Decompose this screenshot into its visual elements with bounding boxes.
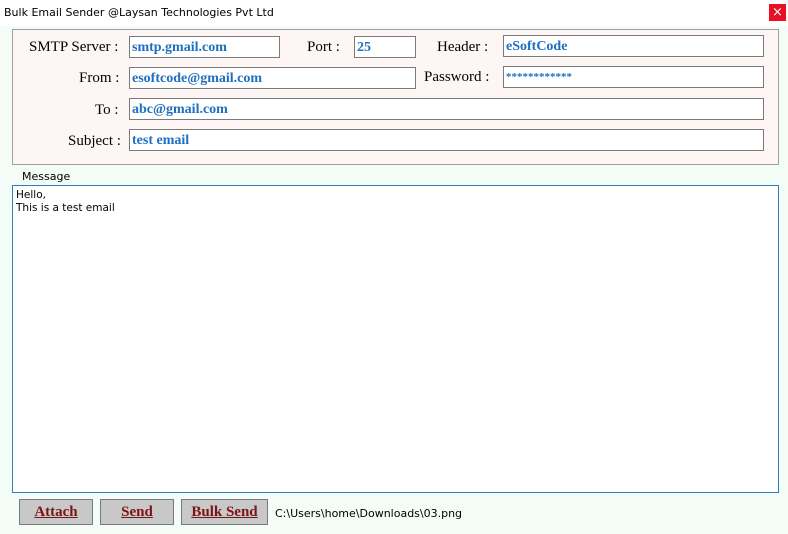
attach-button[interactable]: Attach	[19, 499, 93, 525]
port-input[interactable]: 25	[354, 36, 416, 58]
close-button[interactable]: ×	[769, 4, 786, 21]
smtp-server-label: SMTP Server :	[29, 39, 119, 55]
port-label: Port :	[307, 39, 340, 55]
header-label: Header :	[437, 39, 489, 55]
message-textarea[interactable]: Hello, This is a test email	[12, 185, 779, 493]
from-input[interactable]: esoftcode@gmail.com	[129, 67, 416, 89]
password-label: Password :	[424, 69, 490, 85]
subject-input[interactable]: test email	[129, 129, 764, 151]
to-input[interactable]: abc@gmail.com	[129, 98, 764, 120]
to-label: To :	[95, 102, 119, 118]
header-input[interactable]: eSoftCode	[503, 35, 764, 57]
message-label: Message	[22, 170, 71, 183]
attachment-path: C:\Users\home\Downloads\03.png	[275, 507, 463, 520]
subject-label: Subject :	[68, 133, 121, 149]
from-label: From :	[79, 70, 120, 86]
smtp-server-input[interactable]: smtp.gmail.com	[129, 36, 280, 58]
title-bar: Bulk Email Sender @Laysan Technologies P…	[0, 0, 788, 26]
smtp-settings-panel: SMTP Server : smtp.gmail.com Port : 25 H…	[12, 29, 779, 165]
send-button[interactable]: Send	[100, 499, 174, 525]
password-input[interactable]: ************	[503, 66, 764, 88]
window-title: Bulk Email Sender @Laysan Technologies P…	[4, 6, 274, 19]
bulk-send-button[interactable]: Bulk Send	[181, 499, 268, 525]
